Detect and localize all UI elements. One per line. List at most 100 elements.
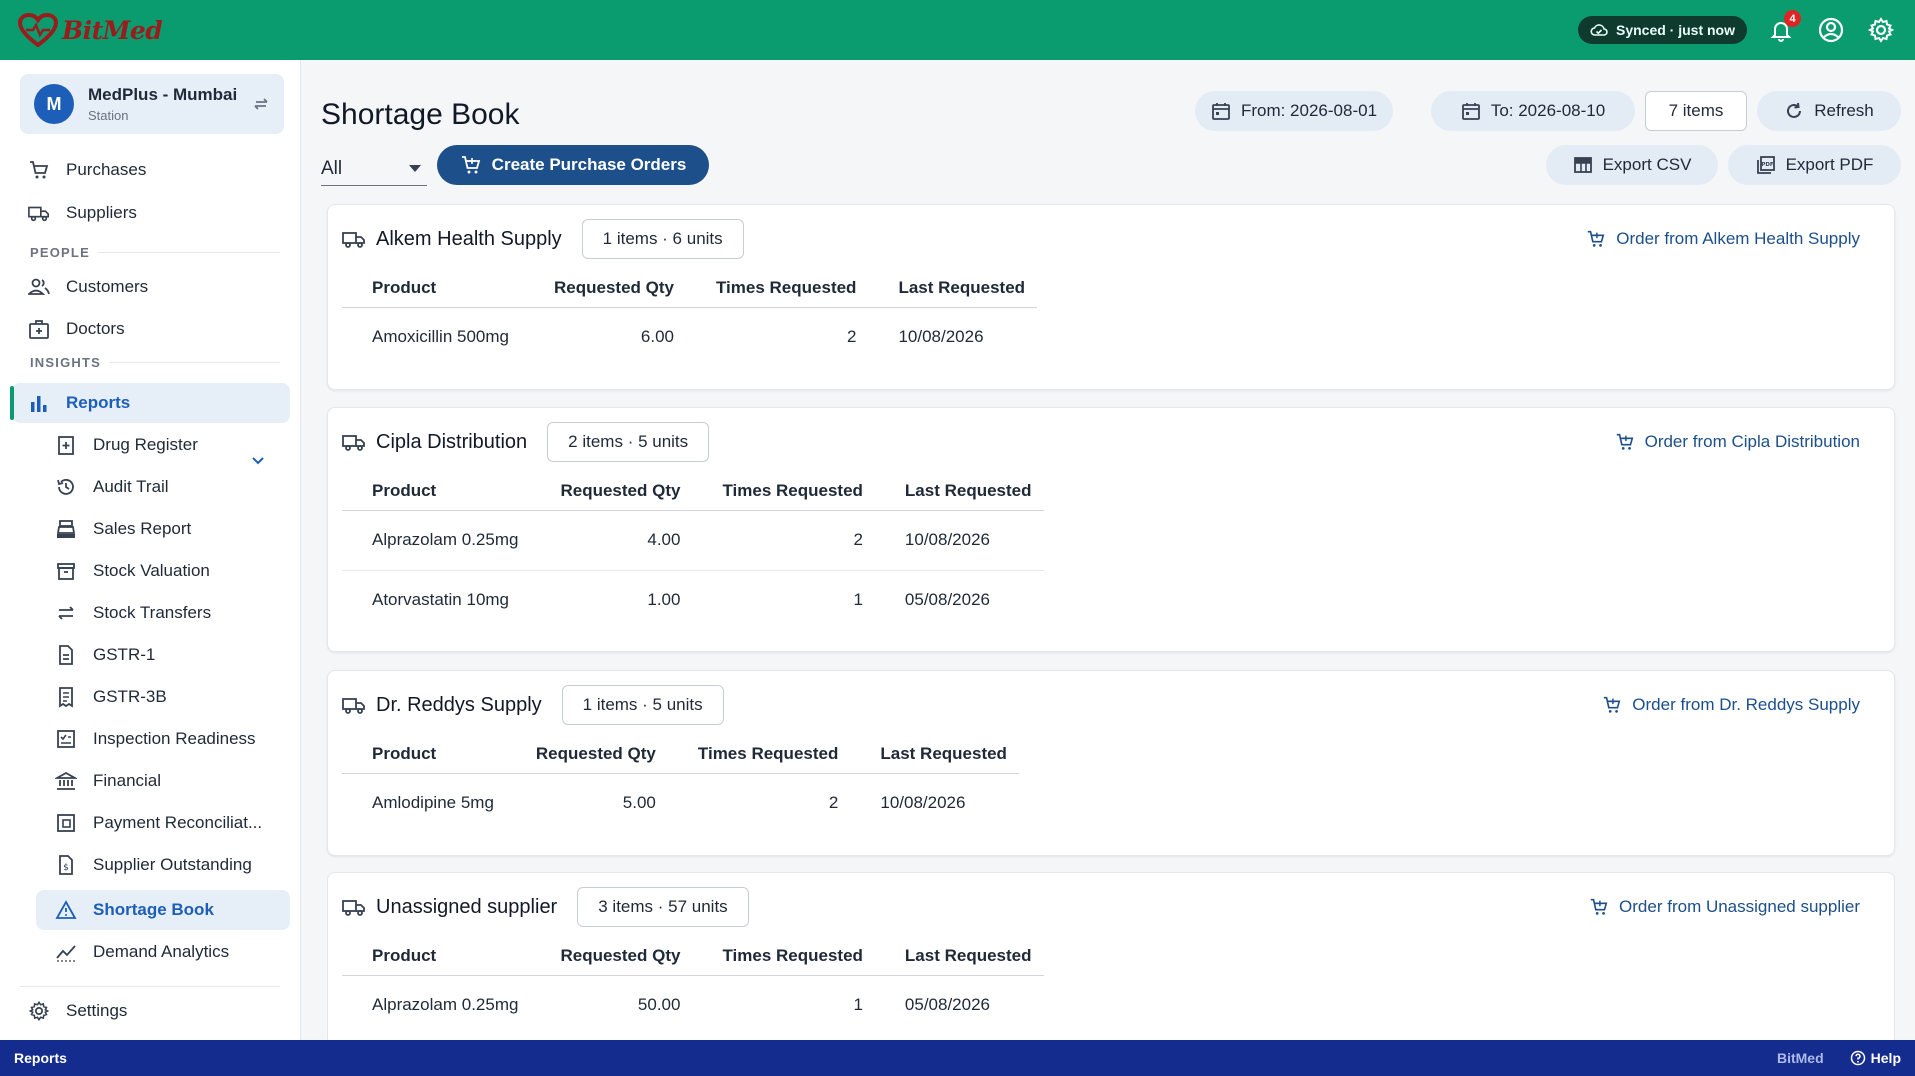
sidebar-item-purchases[interactable]: Purchases <box>28 153 146 187</box>
sidebar: M MedPlus - Mumbai Station Purchases Sup… <box>0 60 301 1040</box>
order-from-supplier-button[interactable]: Order from Dr. Reddys Supply <box>1602 685 1860 725</box>
sidebar-item-gstr-1[interactable]: GSTR-1 <box>55 638 155 672</box>
table-row[interactable]: Atorvastatin 10mg 1.00 1 05/08/2026 <box>342 570 1044 630</box>
order-from-supplier-button[interactable]: Order from Unassigned supplier <box>1589 887 1860 927</box>
sidebar-item-doctors[interactable]: Doctors <box>28 312 125 346</box>
export-pdf-label: Export PDF <box>1785 155 1874 174</box>
notification-badge: 4 <box>1784 10 1801 27</box>
sidebar-item-label: Stock Valuation <box>93 561 210 580</box>
sidebar-item-financial[interactable]: Financial <box>55 764 161 798</box>
table-header-row: Product Requested Qty Times Requested La… <box>342 472 1044 511</box>
account-circle-icon <box>1818 17 1844 43</box>
shortage-table: Product Requested Qty Times Requested La… <box>342 735 1019 833</box>
status-filter-select[interactable]: All <box>321 152 427 186</box>
product-cell: Amlodipine 5mg <box>372 793 494 813</box>
sidebar-item-supplier-outstanding[interactable]: $ Supplier Outstanding <box>55 848 252 882</box>
supplier-name: Dr. Reddys Supply <box>376 693 542 716</box>
table-row[interactable]: Amoxicillin 500mg 6.00 2 10/08/2026 <box>342 307 1037 367</box>
column-header-times-requested[interactable]: Times Requested <box>692 472 875 511</box>
table-header-row: Product Requested Qty Times Requested La… <box>342 269 1038 308</box>
to-date-label: To: 2026-08-10 <box>1490 101 1606 120</box>
column-header-product[interactable]: Product <box>342 269 524 308</box>
column-header-times-requested[interactable]: Times Requested <box>667 735 851 774</box>
sidebar-item-stock-transfers[interactable]: Stock Transfers <box>55 596 211 630</box>
account-button[interactable] <box>1815 14 1847 46</box>
help-button[interactable]: Help <box>1850 1050 1901 1066</box>
sidebar-item-label: Supplier Outstanding <box>93 855 252 874</box>
requested-qty-cell: 50.00 <box>637 995 681 1015</box>
cloud-check-icon <box>1590 24 1608 36</box>
sidebar-item-reports[interactable]: Reports <box>28 386 130 420</box>
sidebar-item-payment-reconciliation[interactable]: Payment Reconciliat... <box>55 806 262 840</box>
supplier-summary-chip: 1 items · 6 units <box>581 219 744 259</box>
chevron-down-icon[interactable] <box>250 456 266 466</box>
export-csv-button[interactable]: Export CSV <box>1546 145 1718 185</box>
table-row[interactable]: Alprazolam 0.25mg 4.00 2 10/08/2026 <box>342 510 1044 571</box>
table-row[interactable]: Amlodipine 5mg 5.00 2 10/08/2026 <box>342 773 1019 833</box>
product-cell: Amoxicillin 500mg <box>372 327 509 347</box>
last-requested-cell: 10/08/2026 <box>898 327 984 347</box>
sidebar-item-stock-valuation[interactable]: Stock Valuation <box>55 554 210 588</box>
column-header-product[interactable]: Product <box>342 937 531 976</box>
column-header-last-requested[interactable]: Last Requested <box>868 269 1038 308</box>
order-from-supplier-button[interactable]: Order from Alkem Health Supply <box>1586 219 1860 259</box>
sidebar-item-sales-report[interactable]: Sales Report <box>55 512 191 546</box>
column-header-product[interactable]: Product <box>342 472 531 511</box>
sidebar-item-drug-register[interactable]: Drug Register <box>55 428 198 462</box>
order-from-supplier-button[interactable]: Order from Cipla Distribution <box>1615 422 1860 462</box>
sidebar-item-gstr-3b[interactable]: GSTR-3B <box>55 680 167 714</box>
svg-text:PDF: PDF <box>1761 162 1774 168</box>
sidebar-item-settings[interactable]: Settings <box>28 994 127 1028</box>
swap-icon <box>254 98 268 110</box>
table-row[interactable]: Alprazolam 0.25mg 50.00 1 05/08/2026 <box>342 975 1044 1035</box>
sidebar-item-label: Audit Trail <box>93 477 169 496</box>
sidebar-item-demand-analytics[interactable]: Demand Analytics <box>55 935 229 969</box>
create-purchase-orders-button[interactable]: Create Purchase Orders <box>437 145 709 185</box>
cart-plus-icon <box>1604 696 1621 713</box>
table-icon <box>1573 157 1592 173</box>
export-pdf-button[interactable]: PDF Export PDF <box>1728 145 1901 185</box>
sidebar-item-label: Suppliers <box>66 203 137 222</box>
checklist-icon <box>55 728 77 750</box>
column-header-requested-qty[interactable]: Requested Qty <box>505 735 668 774</box>
column-header-last-requested[interactable]: Last Requested <box>850 735 1019 774</box>
sidebar-item-label: Drug Register <box>93 435 198 454</box>
warning-icon <box>55 899 77 921</box>
sidebar-item-inspection-readiness[interactable]: Inspection Readiness <box>55 722 256 756</box>
station-subtitle: Station <box>88 108 129 123</box>
supplier-card: Cipla Distribution 2 items · 5 units Ord… <box>327 407 1895 652</box>
from-date-button[interactable]: From: 2026-08-01 <box>1195 91 1393 131</box>
supplier-header: Cipla Distribution 2 items · 5 units <box>342 422 710 462</box>
column-header-times-requested[interactable]: Times Requested <box>685 269 869 308</box>
column-header-last-requested[interactable]: Last Requested <box>874 937 1044 976</box>
sidebar-item-label: GSTR-3B <box>93 687 167 706</box>
status-bar-section: Reports <box>14 1050 67 1066</box>
cart-plus-icon <box>461 156 480 174</box>
sidebar-item-shortage-book[interactable]: Shortage Book <box>55 893 214 927</box>
last-requested-cell: 05/08/2026 <box>904 590 991 610</box>
notifications-button[interactable]: 4 <box>1765 10 1801 46</box>
station-switcher[interactable]: M MedPlus - Mumbai Station <box>20 74 284 134</box>
gear-icon <box>1867 17 1895 43</box>
sync-status[interactable]: Synced · just now <box>1577 16 1747 44</box>
refresh-button[interactable]: Refresh <box>1757 91 1901 131</box>
sidebar-item-label: Reports <box>66 393 131 412</box>
app-logo[interactable]: BitMed <box>18 13 163 47</box>
column-header-last-requested[interactable]: Last Requested <box>874 472 1044 511</box>
sidebar-item-suppliers[interactable]: Suppliers <box>28 196 137 230</box>
help-circle-icon <box>1850 1050 1865 1066</box>
column-header-requested-qty[interactable]: Requested Qty <box>530 937 693 976</box>
column-header-requested-qty[interactable]: Requested Qty <box>524 269 686 308</box>
sidebar-item-label: Demand Analytics <box>93 942 230 961</box>
column-header-requested-qty[interactable]: Requested Qty <box>530 472 693 511</box>
product-cell: Atorvastatin 10mg <box>372 590 510 610</box>
to-date-button[interactable]: To: 2026-08-10 <box>1431 91 1635 131</box>
sidebar-item-audit-trail[interactable]: Audit Trail <box>55 470 169 504</box>
column-header-times-requested[interactable]: Times Requested <box>692 937 875 976</box>
settings-button[interactable] <box>1865 14 1897 46</box>
sidebar-item-customers[interactable]: Customers <box>28 270 148 304</box>
truck-icon <box>342 435 365 451</box>
svg-text:$: $ <box>63 863 69 873</box>
export-csv-label: Export CSV <box>1602 155 1692 174</box>
column-header-product[interactable]: Product <box>342 735 506 774</box>
